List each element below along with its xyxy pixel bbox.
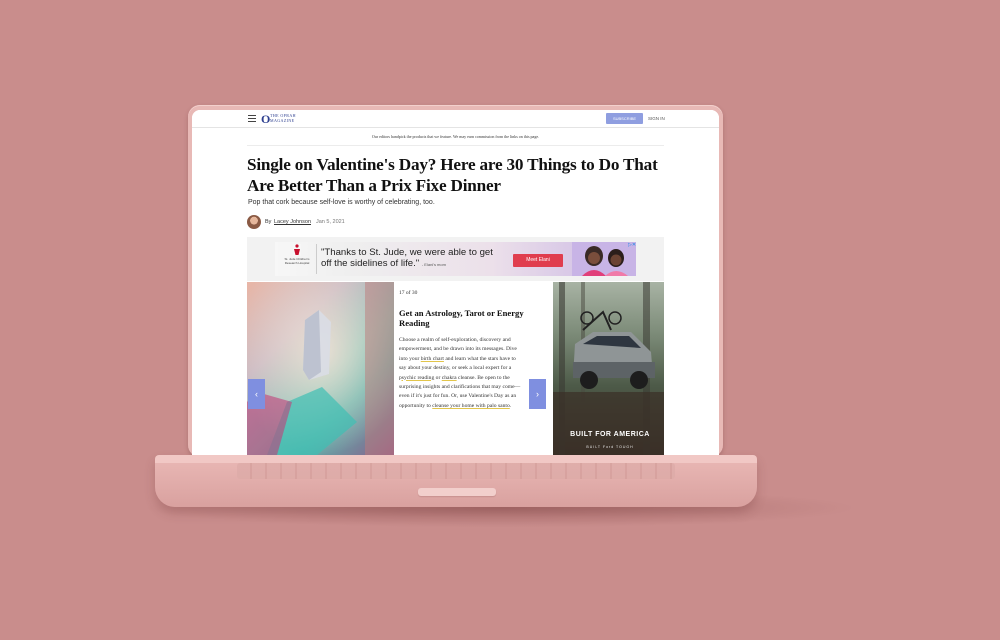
- site-logo-text[interactable]: THE OPRAH MAGAZINE: [270, 113, 314, 123]
- byline: By Lacey Johnson Jan 5, 2021: [247, 215, 547, 229]
- site-logo-icon[interactable]: O: [261, 112, 270, 126]
- next-slide-button[interactable]: ›: [529, 379, 546, 409]
- ad-photo-icon: [572, 242, 636, 276]
- ad-divider: [316, 244, 317, 274]
- side-ad-tagline: BUILT Ford TOUGH: [586, 445, 634, 449]
- site-header: O THE OPRAH MAGAZINE SUBSCRIBE SIGN IN: [192, 110, 719, 128]
- suv-photo-icon: [553, 282, 664, 455]
- slide-title: Get an Astrology, Tarot or Energy Readin…: [399, 308, 524, 328]
- divider: [247, 145, 664, 146]
- slide-body-text: .: [509, 402, 512, 409]
- slide-body: Choose a realm of self-exploration, disc…: [399, 336, 523, 411]
- side-ad-caption: BUILT FOR AMERICA: [570, 431, 650, 438]
- slide-body-text: or: [434, 374, 442, 381]
- ad-attribution: - Elani's mom: [421, 262, 446, 267]
- sign-in-link[interactable]: SIGN IN: [648, 113, 665, 124]
- affiliate-disclaimer: Our editors handpick the products that w…: [371, 134, 540, 139]
- meet-elani-button[interactable]: Meet Elani: [513, 254, 563, 267]
- side-ad[interactable]: [553, 282, 664, 455]
- ad-close-icon[interactable]: ▷✕: [628, 242, 636, 248]
- ad-quote: "Thanks to St. Jude, we were able to get…: [321, 247, 501, 270]
- ad-quote-text: "Thanks to St. Jude, we were able to get…: [321, 247, 493, 269]
- laptop-hinge: [155, 455, 757, 463]
- birth-chart-link[interactable]: birth chart: [421, 356, 444, 362]
- chakra-link[interactable]: chakra: [442, 375, 457, 381]
- publish-date: Jan 5, 2021: [316, 219, 345, 225]
- psychic-reading-link[interactable]: psychic reading: [399, 375, 434, 381]
- st-jude-logo-text: St. Jude Children's Research Hospital: [284, 257, 310, 265]
- laptop-keyboard: [237, 463, 675, 479]
- crystal-photo-icon: [247, 282, 394, 455]
- by-label: By: [265, 219, 272, 225]
- st-jude-logo-icon: [293, 244, 301, 256]
- article-headline: Single on Valentine's Day? Here are 30 T…: [247, 155, 658, 195]
- article-dek: Pop that cork because self-love is worth…: [248, 199, 435, 206]
- author-avatar[interactable]: [247, 215, 261, 229]
- laptop-trackpad: [418, 488, 496, 496]
- palo-santo-link[interactable]: cleanse your home with palo santo: [432, 403, 510, 409]
- slide-image: [247, 282, 394, 455]
- hamburger-menu-icon[interactable]: [248, 115, 256, 122]
- laptop-screen: O THE OPRAH MAGAZINE SUBSCRIBE SIGN IN O…: [192, 110, 719, 455]
- previous-slide-button[interactable]: ‹: [248, 379, 265, 409]
- author-link[interactable]: Lacey Johnson: [274, 219, 311, 225]
- subscribe-button[interactable]: SUBSCRIBE: [606, 113, 643, 124]
- slide-counter: 17 of 30: [399, 290, 418, 296]
